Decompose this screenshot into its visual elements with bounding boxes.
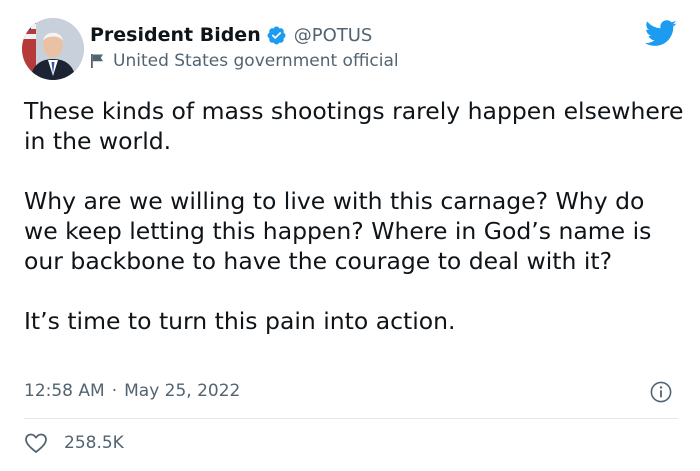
avatar-portrait: [22, 18, 84, 80]
avatar[interactable]: [22, 18, 84, 80]
tweet-paragraph: These kinds of mass shootings rarely hap…: [24, 97, 684, 155]
tweet-text: These kinds of mass shootings rarely hap…: [24, 96, 684, 336]
account-name-row[interactable]: President Biden @POTUS: [90, 21, 372, 49]
tweet-card: President Biden @POTUS United States gov…: [0, 0, 700, 471]
tweet-timestamp[interactable]: 12:58 AM · May 25, 2022: [24, 379, 240, 403]
like-button[interactable]: 258.5K: [24, 430, 124, 456]
government-label-text: United States government official: [113, 51, 399, 71]
meta-separator: ·: [111, 381, 118, 401]
government-flag-icon: [90, 53, 105, 69]
tweet-time[interactable]: 12:58 AM: [24, 381, 105, 401]
tweet-date[interactable]: May 25, 2022: [124, 381, 240, 401]
verified-badge-icon: [266, 25, 287, 46]
government-label[interactable]: United States government official: [90, 49, 399, 73]
tweet-paragraph: Why are we willing to live with this car…: [24, 187, 652, 275]
tweet-paragraph: It’s time to turn this pain into action.: [24, 307, 456, 335]
account-handle[interactable]: @POTUS: [294, 25, 373, 46]
display-name[interactable]: President Biden: [90, 24, 261, 46]
divider: [24, 418, 678, 419]
twitter-bird-icon[interactable]: [644, 20, 677, 47]
heart-icon[interactable]: [24, 432, 48, 454]
like-count[interactable]: 258.5K: [64, 433, 124, 453]
info-icon[interactable]: [650, 381, 672, 403]
